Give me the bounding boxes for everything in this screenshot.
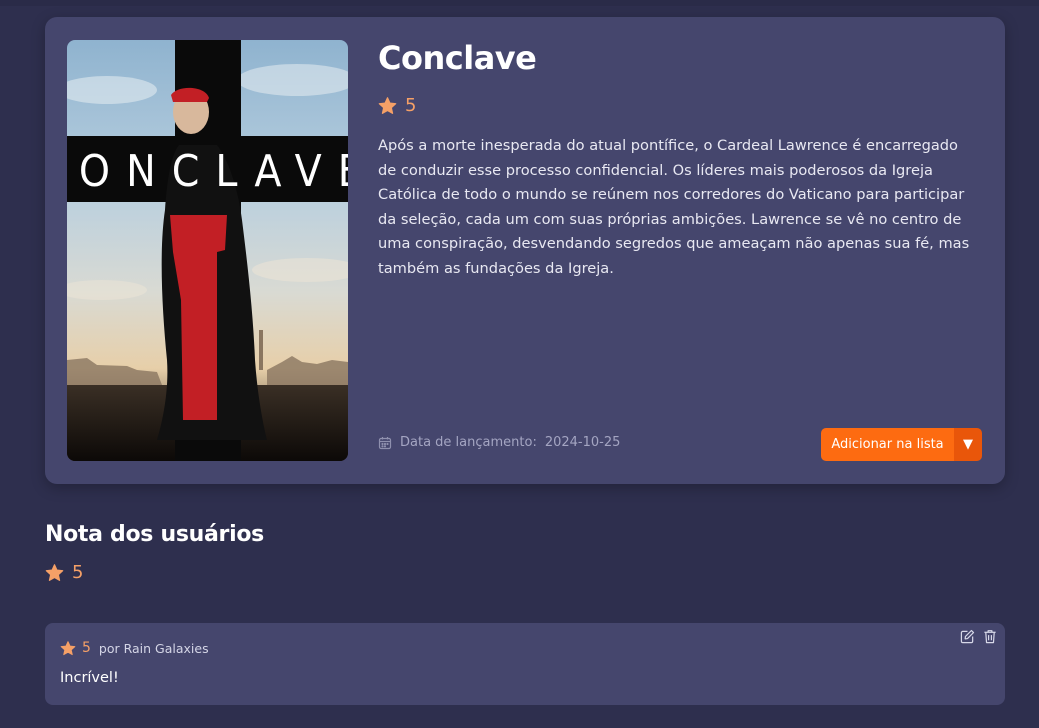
review-author: por Rain Galaxies xyxy=(98,640,209,656)
movie-title: Conclave xyxy=(378,39,537,77)
movie-card: CONCLAVE Conclave 5 Após a morte inesper… xyxy=(45,17,1005,484)
release-date: Data de lançamento: 2024-10-25 xyxy=(378,435,620,450)
user-ratings-value: 5 xyxy=(72,562,84,583)
calendar-icon xyxy=(378,436,392,450)
user-ratings-score: 5 xyxy=(45,562,83,583)
review-text: Incrível! xyxy=(60,670,119,686)
release-date-value: 2024-10-25 xyxy=(544,435,621,450)
user-ratings-heading: Nota dos usuários xyxy=(45,522,264,547)
review-actions xyxy=(960,629,997,644)
add-to-list-button[interactable]: Adicionar na lista xyxy=(821,428,954,461)
review-card: 5 por Rain Galaxies Incrível! xyxy=(45,623,1005,705)
movie-rating-value: 5 xyxy=(405,95,417,116)
movie-rating: 5 xyxy=(378,95,416,116)
release-label: Data de lançamento: xyxy=(400,435,537,450)
add-to-list-group: Adicionar na lista ▼ xyxy=(821,428,982,461)
movie-synopsis: Após a morte inesperada do atual pontífi… xyxy=(378,137,970,277)
top-strip xyxy=(0,0,1039,6)
edit-icon[interactable] xyxy=(960,629,975,644)
review-meta: 5 por Rain Galaxies xyxy=(60,640,209,656)
review-score: 5 xyxy=(82,640,91,656)
star-icon xyxy=(45,563,64,582)
star-icon xyxy=(60,640,76,656)
add-to-list-dropdown-button[interactable]: ▼ xyxy=(954,428,982,461)
trash-icon[interactable] xyxy=(983,629,997,644)
movie-poster: CONCLAVE xyxy=(67,40,348,461)
star-icon xyxy=(378,96,397,115)
poster-title: CONCLAVE xyxy=(67,146,348,197)
caret-down-icon: ▼ xyxy=(963,437,973,452)
